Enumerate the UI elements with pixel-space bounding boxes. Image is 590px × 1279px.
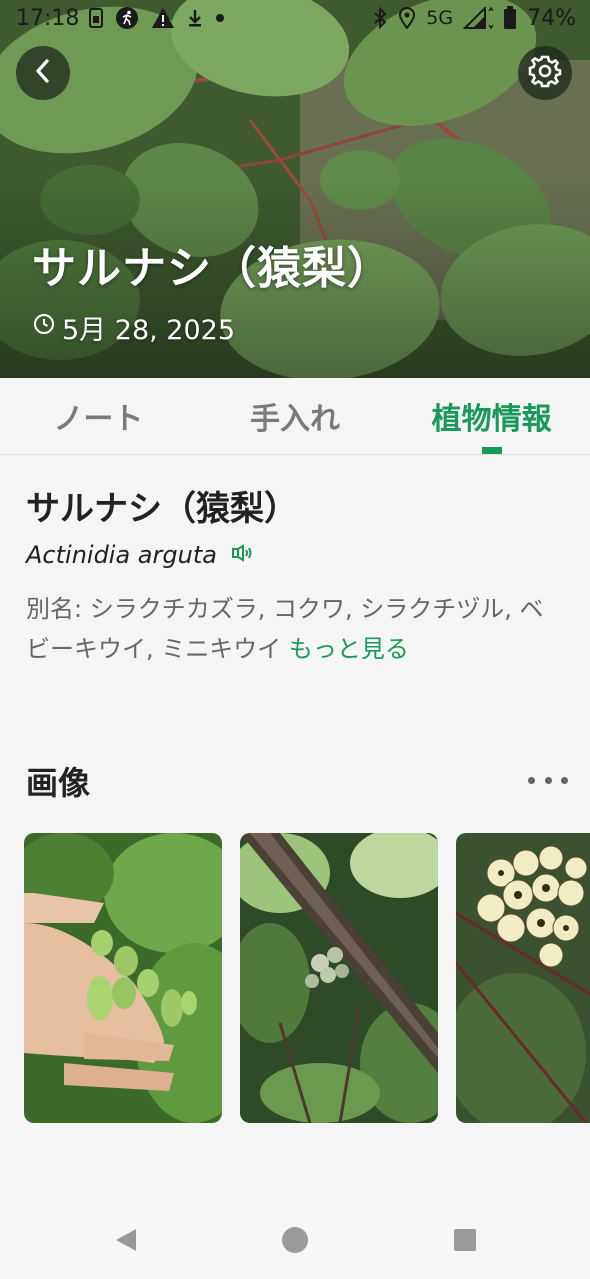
status-bar: 17:18 5G 74% <box>0 0 590 36</box>
nav-recents-icon[interactable] <box>450 1225 480 1255</box>
battery-level: 74% <box>527 5 576 31</box>
bluetooth-icon <box>372 7 388 29</box>
sim-icon <box>89 8 104 28</box>
page-title: サルナシ（猿梨） <box>32 243 392 294</box>
speaker-icon[interactable] <box>231 543 255 567</box>
back-button[interactable] <box>16 46 70 100</box>
scientific-name-row: Actinidia arguta <box>26 541 255 569</box>
date-row: 5月 28, 2025 <box>32 308 235 347</box>
alias-list: 別名: シラクチカズラ, コクワ, シラクチヅル, ベビーキウイ, ミニキウイ <box>26 595 544 663</box>
tab-bar: ノート 手入れ 植物情報 <box>0 378 590 455</box>
running-icon <box>115 6 139 30</box>
system-nav-bar <box>0 1153 590 1279</box>
alias-text: 別名: シラクチカズラ, コクワ, シラクチヅル, ベビーキウイ, ミニキウイ … <box>26 589 566 669</box>
dot-icon <box>215 13 225 23</box>
chevron-left-icon <box>32 56 54 90</box>
scientific-name: Actinidia arguta <box>26 541 217 569</box>
show-more-link[interactable]: もっと見る <box>289 635 409 663</box>
clock-icon <box>32 312 56 343</box>
location-icon <box>398 7 416 29</box>
gallery-image[interactable] <box>456 833 590 1123</box>
nav-home-icon[interactable] <box>280 1225 310 1255</box>
tab-notes[interactable]: ノート <box>0 378 197 454</box>
plant-info-panel: サルナシ（猿梨） Actinidia arguta 別名: シラクチカズラ, コ… <box>0 455 590 1153</box>
image-gallery[interactable] <box>24 833 590 1123</box>
download-icon <box>187 8 203 28</box>
signal-icon <box>463 7 494 29</box>
more-horizontal-icon[interactable] <box>528 765 568 795</box>
settings-button[interactable] <box>518 46 572 100</box>
gallery-image[interactable] <box>240 833 438 1123</box>
tab-care[interactable]: 手入れ <box>197 378 394 454</box>
gear-icon <box>528 54 562 92</box>
battery-icon <box>503 6 517 30</box>
warning-icon <box>151 7 175 29</box>
plant-name: サルナシ（猿梨） <box>26 489 298 529</box>
nav-back-icon[interactable] <box>110 1225 140 1255</box>
tab-plant-info[interactable]: 植物情報 <box>393 378 590 454</box>
status-time: 17:18 <box>16 5 80 31</box>
images-section-title: 画像 <box>26 764 91 802</box>
date-label: 5月 28, 2025 <box>62 315 235 346</box>
gallery-image[interactable] <box>24 833 222 1123</box>
network-type: 5G <box>426 7 454 29</box>
